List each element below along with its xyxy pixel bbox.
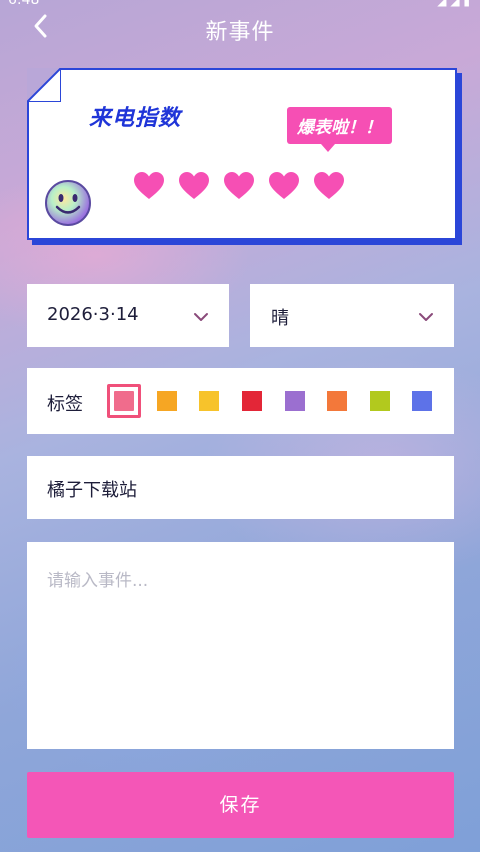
status-bubble: 爆表啦！！ xyxy=(287,107,392,152)
weather-value: 晴 xyxy=(271,308,289,329)
status-icons: ◢ ◢ ▮ xyxy=(437,0,470,8)
heart-icon xyxy=(179,172,209,199)
status-time: 6:48 xyxy=(8,0,40,8)
smiley-icon xyxy=(45,180,91,226)
event-content-box xyxy=(27,542,454,749)
chevron-down-icon xyxy=(194,313,208,321)
event-content-input[interactable] xyxy=(27,542,454,749)
page-title: 新事件 xyxy=(205,20,275,45)
date-selector[interactable]: 2026·3·14 xyxy=(27,284,229,347)
chevron-down-icon xyxy=(419,313,433,321)
tag-color-swatch[interactable] xyxy=(412,391,432,411)
event-name-field[interactable]: 橘子下载站 xyxy=(27,456,454,519)
tags-label: 标签 xyxy=(47,394,83,415)
tag-color-swatch[interactable] xyxy=(370,391,390,411)
tag-color-swatch[interactable] xyxy=(285,391,305,411)
call-index-card: 来电指数 爆表啦！！ xyxy=(27,68,457,240)
weather-selector[interactable]: 晴 xyxy=(250,284,454,347)
heart-icon xyxy=(134,172,164,199)
status-bar: 6:48 ◢ ◢ ▮ xyxy=(0,0,480,10)
event-name-value: 橘子下载站 xyxy=(47,480,137,501)
heart-icon xyxy=(269,172,299,199)
date-value: 2026·3·14 xyxy=(47,304,139,325)
heart-icon xyxy=(314,172,344,199)
folded-corner-icon xyxy=(27,68,61,102)
tag-color-swatch[interactable] xyxy=(199,391,219,411)
tag-color-swatch[interactable] xyxy=(157,391,177,411)
heart-icon xyxy=(224,172,254,199)
tag-color-fill xyxy=(114,391,134,411)
tag-color-swatch[interactable] xyxy=(327,391,347,411)
tag-color-swatch-selected[interactable] xyxy=(107,384,141,418)
save-button[interactable]: 保存 xyxy=(27,772,454,838)
hearts-rating xyxy=(133,171,345,201)
tag-color-swatch[interactable] xyxy=(242,391,262,411)
card-title: 来电指数 xyxy=(89,106,182,131)
